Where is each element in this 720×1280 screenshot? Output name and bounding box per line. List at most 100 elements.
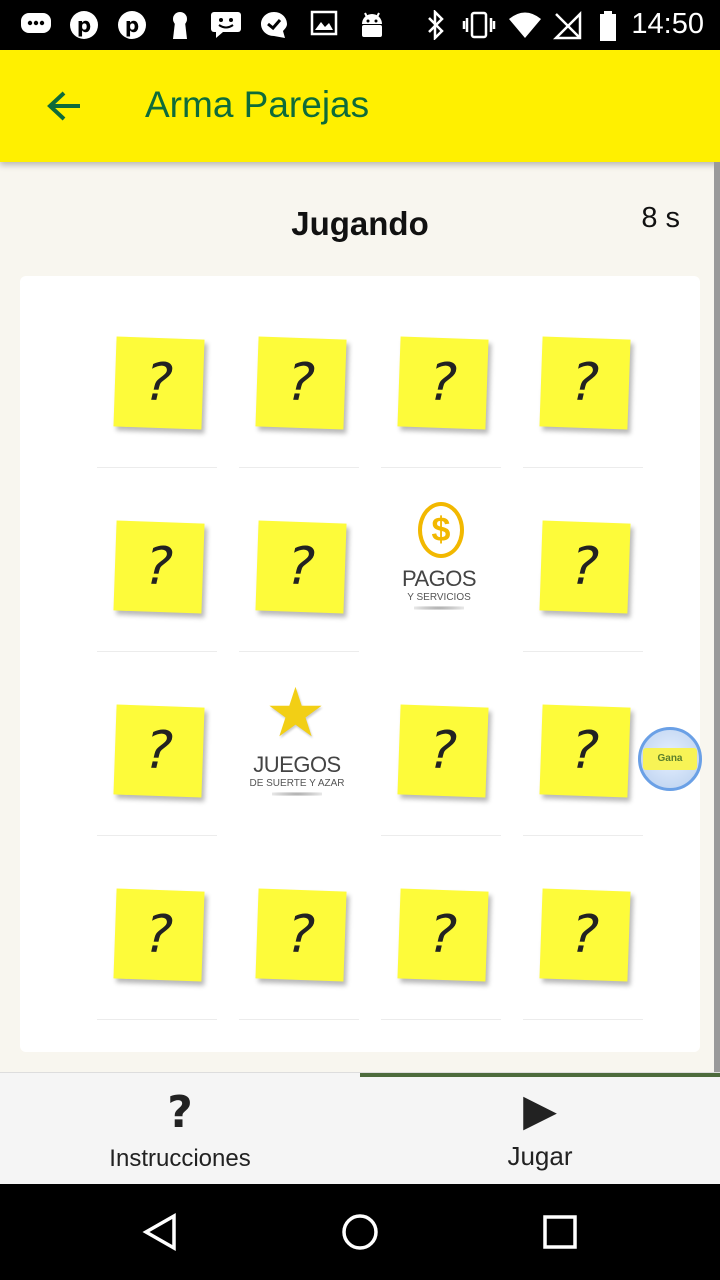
card-baseline (381, 1019, 501, 1020)
clock-time: 14:50 (631, 8, 704, 40)
no-signal-icon (552, 10, 584, 40)
svg-text:p: p (125, 13, 139, 37)
memory-card-hidden[interactable]: ? (381, 336, 519, 468)
question-mark-icon: ? (428, 720, 458, 782)
memory-card-hidden[interactable]: ? (239, 336, 377, 468)
sticky-note: ? (397, 336, 489, 430)
question-mark-icon: ? (570, 720, 600, 782)
sticky-note: ? (397, 888, 489, 982)
card-baseline (523, 1019, 643, 1020)
sticky-note: ? (113, 520, 205, 614)
back-triangle-icon[interactable] (140, 1212, 180, 1252)
question-mark-icon: ? (570, 904, 600, 966)
svg-text:p: p (77, 13, 91, 37)
question-mark-icon: ? (167, 1087, 193, 1138)
juegos-logo-title: JUEGOS (253, 752, 341, 777)
card-baseline (523, 651, 643, 652)
wifi-icon (508, 10, 541, 40)
memory-card-hidden[interactable]: ? (381, 704, 519, 836)
memory-card-hidden[interactable]: ? (523, 888, 661, 1020)
system-navigation-bar (0, 1184, 720, 1280)
card-baseline (97, 651, 217, 652)
scroll-edge (714, 162, 720, 1072)
status-bar: p p 14:50 (0, 0, 720, 50)
memory-card-pagos: $ PAGOS Y SERVICIOS (379, 502, 499, 632)
play-icon: ▶ (523, 1085, 557, 1136)
question-mark-icon: ? (570, 536, 600, 598)
back-button[interactable] (32, 76, 96, 136)
card-baseline (239, 651, 359, 652)
vibrate-icon (462, 10, 496, 40)
memory-card-hidden[interactable]: ? (239, 520, 377, 652)
card-baseline (523, 467, 643, 468)
bottom-navigation: ? Instrucciones ▶ Jugar (0, 1072, 720, 1184)
question-mark-icon: ? (428, 904, 458, 966)
question-mark-icon: ? (286, 904, 316, 966)
sticky-note: ? (539, 520, 631, 614)
image-icon (308, 10, 340, 40)
memory-card-hidden[interactable]: ? (239, 888, 377, 1020)
logo-shadow (272, 792, 322, 796)
question-mark-icon: ? (428, 352, 458, 414)
messages-icon (20, 10, 52, 40)
memory-card-juegos: ★ JUEGOS DE SUERTE Y AZAR (237, 678, 357, 816)
sticky-note: ? (255, 888, 347, 982)
memory-card-hidden[interactable]: ? (97, 336, 235, 468)
memory-card-hidden[interactable]: ? (523, 336, 661, 468)
game-status: Jugando (291, 205, 429, 242)
question-mark-icon: ? (144, 536, 174, 598)
pinterest-icon: p (116, 10, 148, 40)
juegos-logo-subtitle: DE SUERTE Y AZAR (249, 778, 345, 789)
question-mark-icon: ? (144, 904, 174, 966)
tab-jugar[interactable]: ▶ Jugar (360, 1073, 720, 1185)
card-baseline (97, 835, 217, 836)
sticky-note: ? (113, 888, 205, 982)
memory-card-hidden[interactable]: ? (523, 520, 661, 652)
sticky-note: ? (397, 704, 489, 798)
sticky-note: ? (113, 336, 205, 430)
home-circle-icon[interactable] (340, 1212, 380, 1252)
star-icon: ★ (265, 675, 326, 751)
pagos-logo-subtitle: Y SERVICIOS (407, 592, 471, 603)
card-baseline (97, 1019, 217, 1020)
sticky-note: ? (539, 888, 631, 982)
keyhole-icon (164, 10, 196, 40)
pagos-logo-title: PAGOS (401, 566, 477, 591)
sticky-note: ? (539, 704, 631, 798)
arrow-left-icon (47, 91, 80, 121)
sticky-note: ? (113, 704, 205, 798)
android-icon (356, 10, 388, 40)
card-baseline (239, 467, 359, 468)
floating-chat-head[interactable]: Gana (638, 727, 702, 791)
recents-square-icon[interactable] (540, 1212, 580, 1252)
sticky-note: ? (255, 520, 347, 614)
memory-card-hidden[interactable]: ? (97, 704, 235, 836)
app-bar: Arma Parejas (0, 50, 720, 162)
dollar-coin-icon: $ (418, 502, 464, 558)
card-baseline (523, 835, 643, 836)
battery-icon (592, 10, 624, 41)
game-timer: 8 s (641, 202, 680, 234)
question-mark-icon: ? (286, 352, 316, 414)
sticky-note: ? (255, 336, 347, 430)
bluetooth-icon (420, 8, 452, 42)
memory-card-hidden[interactable]: ? (97, 520, 235, 652)
tab-instrucciones-label: Instrucciones (109, 1145, 251, 1172)
tab-jugar-label: Jugar (507, 1141, 573, 1171)
memory-card-hidden[interactable]: ? (97, 888, 235, 1020)
pinterest-icon: p (68, 10, 100, 40)
logo-shadow (414, 606, 464, 610)
card-baseline (381, 835, 501, 836)
app-title: Arma Parejas (145, 84, 370, 125)
question-mark-icon: ? (144, 352, 174, 414)
question-mark-icon: ? (286, 536, 316, 598)
checkmark-chat-icon (258, 10, 290, 40)
question-mark-icon: ? (570, 352, 600, 414)
chat-icon (210, 10, 242, 40)
card-baseline (239, 1019, 359, 1020)
memory-card-hidden[interactable]: ? (381, 888, 519, 1020)
tab-instrucciones[interactable]: ? Instrucciones (0, 1073, 360, 1185)
card-baseline (381, 467, 501, 468)
floating-chat-head-label: Gana (643, 748, 697, 770)
sticky-note: ? (539, 336, 631, 430)
